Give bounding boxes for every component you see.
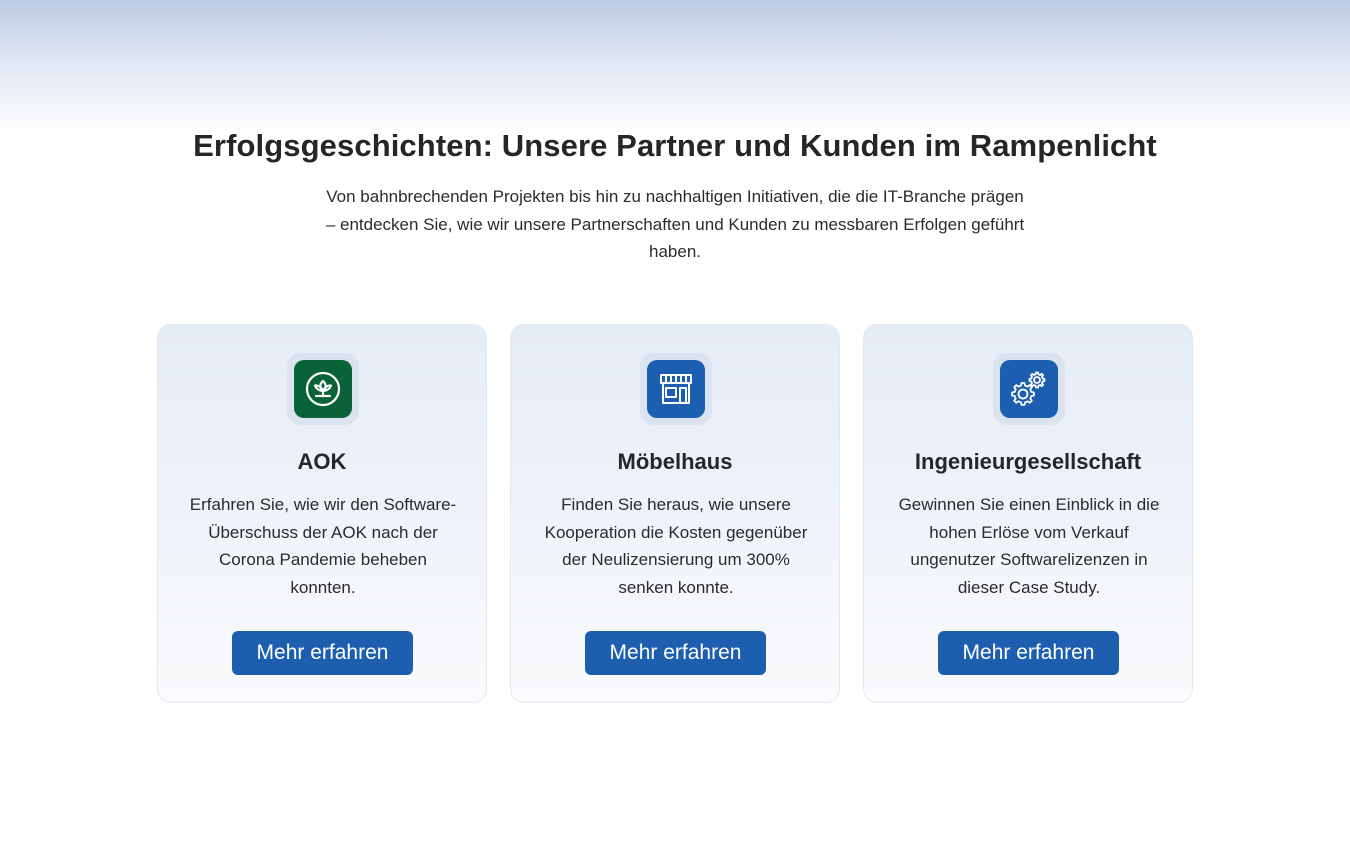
- card-description: Erfahren Sie, wie wir den Software-Übers…: [189, 495, 457, 597]
- gears-icon: [1000, 360, 1058, 418]
- card-title: Ingenieurgesellschaft: [914, 449, 1142, 474]
- success-stories-section: Erfolgsgeschichten: Unsere Partner und K…: [0, 0, 1350, 844]
- card-title: Möbelhaus: [617, 449, 733, 474]
- mehr-erfahren-button-aok[interactable]: Mehr erfahren: [232, 631, 413, 675]
- mehr-erfahren-button-ingenieurgesellschaft[interactable]: Mehr erfahren: [938, 631, 1119, 675]
- card-title: AOK: [297, 449, 347, 474]
- card-description: Finden Sie heraus, wie unsere Kooperatio…: [544, 495, 808, 597]
- section-title: Erfolgsgeschichten: Unsere Partner und K…: [193, 128, 1157, 163]
- case-card-aok: AOK Erfahren Sie, wie wir den Software-Ü…: [157, 324, 487, 703]
- aok-logo-icon: [294, 360, 352, 418]
- card-description: Gewinnen Sie einen Einblick in die hohen…: [898, 495, 1160, 597]
- icon-frame: [287, 353, 359, 425]
- case-card-moebelhaus: Möbelhaus Finden Sie heraus, wie unsere …: [510, 324, 840, 703]
- case-card-ingenieurgesellschaft: Ingenieurgesellschaft Gewinnen Sie einen…: [863, 324, 1193, 703]
- section-intro: Von bahnbrechenden Projekten bis hin zu …: [325, 187, 1025, 261]
- storefront-icon: [647, 360, 705, 418]
- icon-frame: [993, 353, 1065, 425]
- mehr-erfahren-button-moebelhaus[interactable]: Mehr erfahren: [585, 631, 766, 675]
- icon-frame: [640, 353, 712, 425]
